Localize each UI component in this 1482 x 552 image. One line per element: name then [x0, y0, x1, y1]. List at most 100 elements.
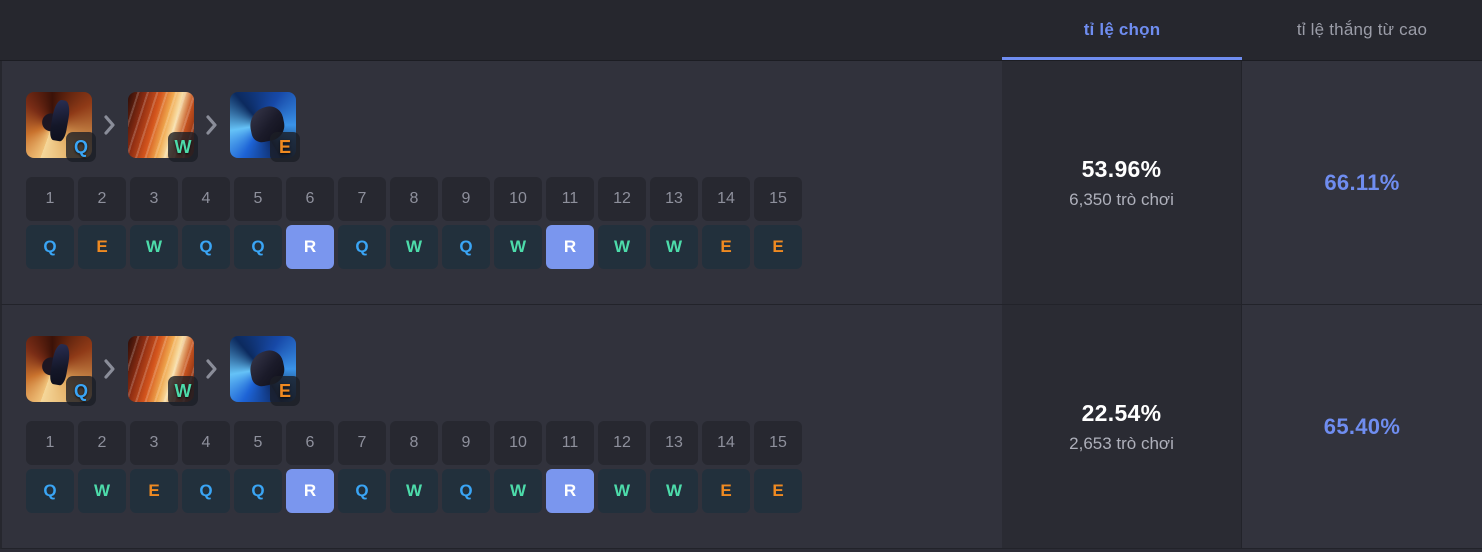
skill-key-w: W: [598, 225, 646, 269]
level-number: 8: [390, 421, 438, 465]
level-number: 12: [598, 177, 646, 221]
skill-key-w: W: [390, 469, 438, 513]
level-number: 1: [26, 421, 74, 465]
header-spacer: [0, 0, 1002, 60]
skill-level-column: 8W: [390, 421, 438, 513]
win-rate-value: 65.40%: [1323, 413, 1401, 439]
skill-order-grid: 1 Q 2 W 3 E 4 Q 5 Q 6 R 7 Q 8 W 9 Q 10 W 11 R 12 W 13 W 14 E 15 E: [26, 421, 1002, 513]
skill-level-column: 7Q: [338, 177, 386, 269]
games-count: 2,653 trò chơi: [1069, 433, 1174, 453]
skill-level-column: 12 W: [598, 177, 646, 269]
skill-level-column: 11 R: [546, 177, 594, 269]
skill-level-column: 10 W: [494, 177, 542, 269]
tab-active-underline: [1002, 57, 1242, 60]
skill-key-q: Q: [338, 225, 386, 269]
ability-icon-e[interactable]: E: [230, 336, 300, 406]
level-number: 7: [338, 177, 386, 221]
skill-key-r: R: [546, 469, 594, 513]
build-row[interactable]: Q W E 1 Q 2 E 3 W 4 Q 5 Q 6 R 7 Q 8 W 9 Q 10 W 11 R 12 W 13 W 14 E 15 E 5…: [0, 61, 1482, 305]
tab-win-rate[interactable]: tỉ lệ thắng từ cao: [1242, 0, 1482, 60]
skill-key-w: W: [650, 225, 698, 269]
skill-key-w: W: [390, 225, 438, 269]
skill-key-e: E: [754, 225, 802, 269]
skill-key-w: W: [650, 469, 698, 513]
level-number: 4: [182, 421, 230, 465]
skill-level-column: 2W: [78, 421, 126, 513]
win-rate-value: 66.11%: [1324, 169, 1400, 195]
tab-win-rate-label: tỉ lệ thắng từ cao: [1296, 20, 1428, 39]
skill-order-table: tỉ lệ chọn tỉ lệ thắng từ cao QWE1Q2E3W4…: [0, 0, 1482, 552]
pick-rate-value: 22.54%: [1081, 399, 1162, 426]
build-row[interactable]: Q W E 1 Q 2 W 3 E 4 Q 5 Q 6 R 7 Q 8 W 9 Q 10 W 11 R 12 W 13 W 14 E 15 E 2…: [0, 305, 1482, 549]
skill-level-column: 6R: [286, 421, 334, 513]
level-number: 2: [78, 421, 126, 465]
skill-key-q: Q: [26, 469, 74, 513]
skill-key-w: W: [130, 225, 178, 269]
level-number: 11: [546, 177, 594, 221]
ability-icon-q[interactable]: Q: [26, 336, 96, 406]
skill-key-q: Q: [26, 225, 74, 269]
skill-level-column: 11 R: [546, 421, 594, 513]
ability-icon-w[interactable]: W: [128, 336, 198, 406]
skill-level-column: 6R: [286, 177, 334, 269]
skill-level-column: 4Q: [182, 177, 230, 269]
win-rate-cell: 65.40%: [1242, 305, 1482, 548]
table-header: tỉ lệ chọn tỉ lệ thắng từ cao: [0, 0, 1482, 61]
skill-level-column: 7Q: [338, 421, 386, 513]
level-number: 2: [78, 177, 126, 221]
skill-key-w: W: [494, 225, 542, 269]
pick-rate-cell: 22.54% 2,653 trò chơi: [1002, 305, 1242, 548]
skill-level-column: 13 W: [650, 177, 698, 269]
ability-icon-w[interactable]: W: [128, 92, 198, 162]
skill-level-column: 10 W: [494, 421, 542, 513]
skill-level-column: 2E: [78, 177, 126, 269]
skill-level-column: 15 E: [754, 421, 802, 513]
skill-level-column: 5Q: [234, 177, 282, 269]
level-number: 14: [702, 421, 750, 465]
level-number: 5: [234, 177, 282, 221]
skill-level-column: 1Q: [26, 177, 74, 269]
pick-rate-value: 53.96%: [1081, 155, 1162, 182]
level-number: 3: [130, 421, 178, 465]
games-count: 6,350 trò chơi: [1069, 189, 1174, 209]
level-number: 12: [598, 421, 646, 465]
build-rows: Q W E 1 Q 2 E 3 W 4 Q 5 Q 6 R 7 Q 8 W 9 Q 10 W 11 R 12 W 13 W 14 E 15 E 5…: [0, 61, 1482, 549]
level-number: 15: [754, 421, 802, 465]
skill-level-column: 9Q: [442, 177, 490, 269]
skill-key-w: W: [598, 469, 646, 513]
level-number: 10: [494, 177, 542, 221]
ability-priority-chain: QWE: [26, 333, 1002, 406]
skill-level-column: 8W: [390, 177, 438, 269]
skill-key-e: E: [78, 225, 126, 269]
level-number: 3: [130, 177, 178, 221]
level-number: 10: [494, 421, 542, 465]
skill-level-column: 12 W: [598, 421, 646, 513]
skill-key-e: E: [130, 469, 178, 513]
skill-level-column: 13 W: [650, 421, 698, 513]
skill-level-column: 1Q: [26, 421, 74, 513]
level-number: 13: [650, 177, 698, 221]
tab-pick-rate[interactable]: tỉ lệ chọn: [1002, 0, 1242, 60]
skill-key-e: E: [702, 469, 750, 513]
level-number: 7: [338, 421, 386, 465]
skill-key-q: Q: [442, 225, 490, 269]
skill-key-e: E: [754, 469, 802, 513]
skill-key-e: E: [702, 225, 750, 269]
skill-level-column: 5Q: [234, 421, 282, 513]
ability-icon-q[interactable]: Q: [26, 92, 96, 162]
skill-key-q: Q: [338, 469, 386, 513]
level-number: 9: [442, 177, 490, 221]
level-number: 9: [442, 421, 490, 465]
tab-pick-rate-label: tỉ lệ chọn: [1083, 20, 1161, 39]
level-number: 4: [182, 177, 230, 221]
ability-icon-e[interactable]: E: [230, 92, 300, 162]
level-number: 6: [286, 421, 334, 465]
ability-key-badge: E: [270, 376, 300, 406]
level-number: 11: [546, 421, 594, 465]
level-number: 15: [754, 177, 802, 221]
ability-key-badge: Q: [66, 376, 96, 406]
level-number: 8: [390, 177, 438, 221]
chevron-right-icon: [194, 358, 230, 380]
ability-key-badge: W: [168, 132, 198, 162]
level-number: 13: [650, 421, 698, 465]
